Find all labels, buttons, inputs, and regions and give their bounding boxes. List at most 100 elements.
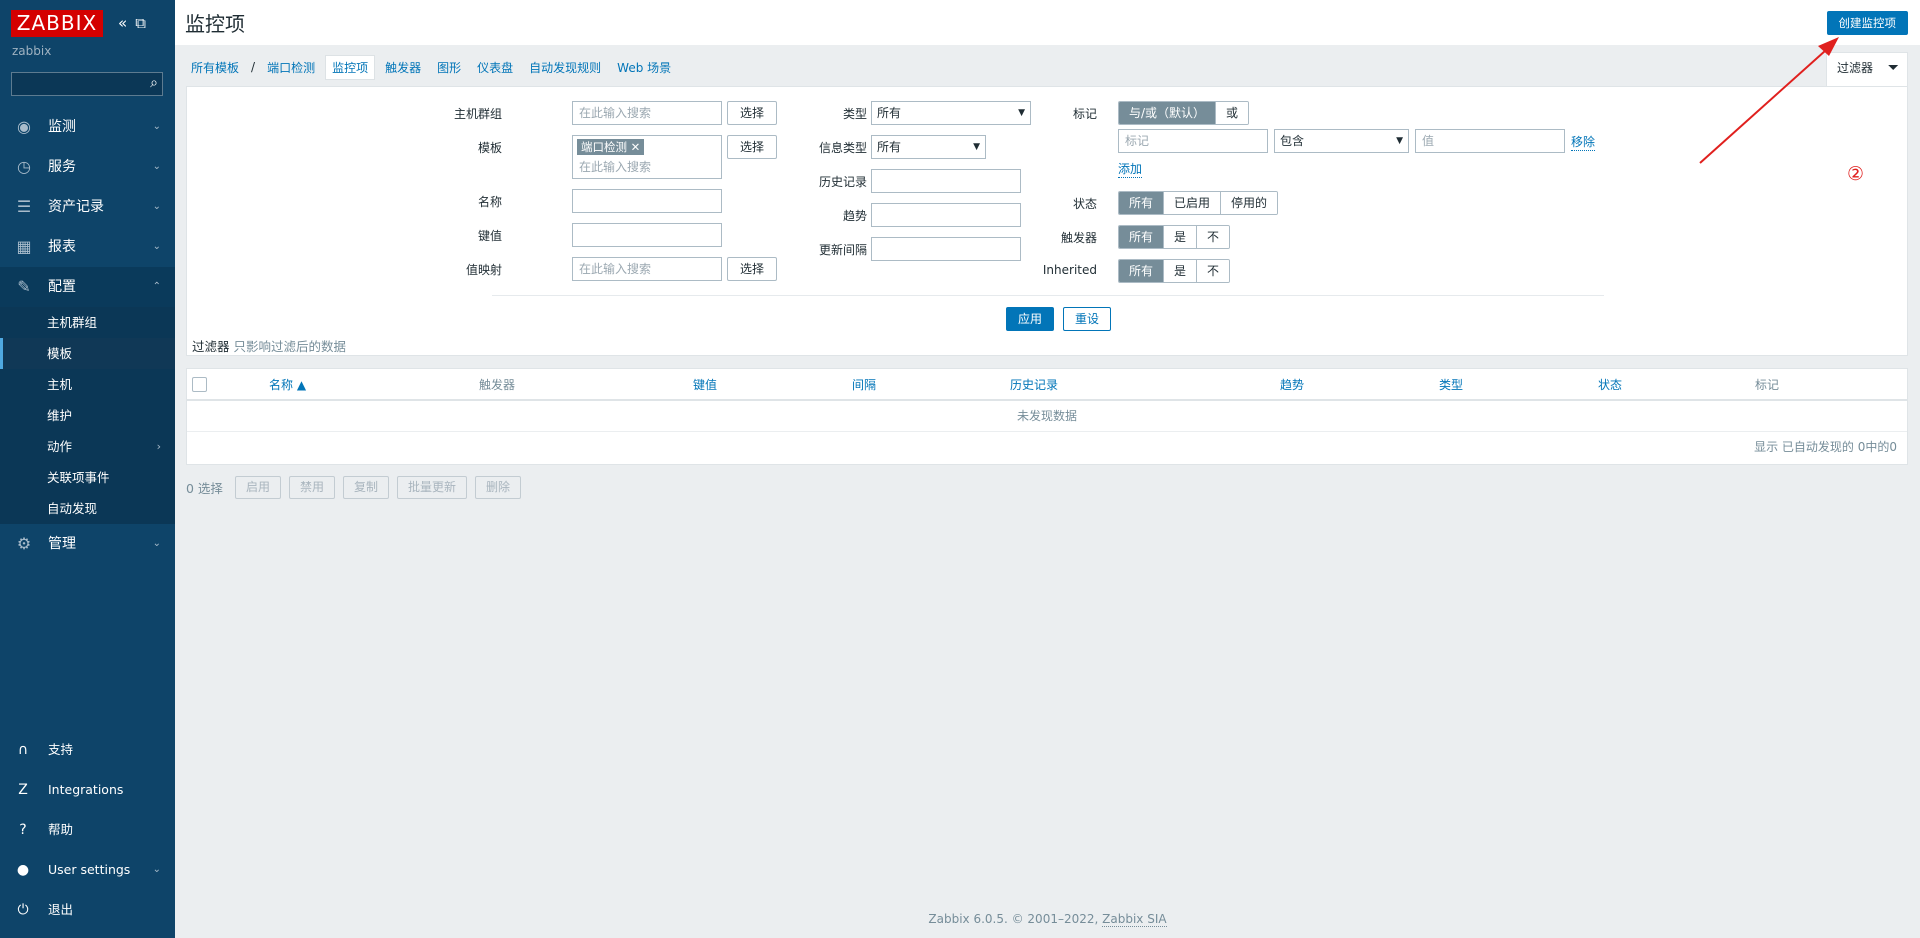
triggers-all-option[interactable]: 所有 <box>1119 226 1165 248</box>
inherited-yes-option[interactable]: 是 <box>1164 260 1198 282</box>
tag-name-input[interactable]: 标记 <box>1118 129 1268 153</box>
status-enabled-option[interactable]: 已启用 <box>1164 192 1222 214</box>
menu-logout[interactable]: ⏻ 退出 <box>0 890 175 930</box>
column-type[interactable]: 类型 <box>1439 369 1463 401</box>
column-interval[interactable]: 间隔 <box>852 369 876 401</box>
double-chevron-left-icon[interactable]: « <box>118 14 127 32</box>
search-icon[interactable]: ⌕ <box>150 75 158 91</box>
breadcrumb-template[interactable]: 端口检测 <box>261 56 321 79</box>
host-groups-select-button[interactable]: 选择 <box>727 101 777 125</box>
info-type-label: 信息类型 <box>818 141 867 155</box>
tab-triggers[interactable]: 触发器 <box>379 56 427 79</box>
trends-input[interactable] <box>871 203 1021 227</box>
delete-button[interactable]: 删除 <box>475 476 522 499</box>
submenu-maintenance[interactable]: 维护 <box>0 400 175 431</box>
enable-button[interactable]: 启用 <box>234 476 281 499</box>
apply-button[interactable]: 应用 <box>1006 307 1054 331</box>
tag-add-link[interactable]: 添加 <box>1118 160 1143 178</box>
menu-support[interactable]: ∩ 支持 <box>0 730 175 770</box>
annotation-marker: ② <box>1847 163 1865 185</box>
valuemap-select-button[interactable]: 选择 <box>727 257 777 281</box>
triggers-toggle[interactable]: 所有 是 不 <box>1118 225 1231 249</box>
disable-button[interactable]: 禁用 <box>288 476 335 499</box>
filter-tab[interactable]: 过滤器 ⏷ <box>1826 52 1908 87</box>
tab-discovery-rules[interactable]: 自动发现规则 <box>523 56 607 79</box>
inherited-label: Inherited <box>1042 263 1097 277</box>
server-name: zabbix <box>12 44 52 58</box>
menu-help[interactable]: ? 帮助 <box>0 810 175 850</box>
create-item-button[interactable]: 创建监控项 <box>1826 11 1908 35</box>
templates-select-button[interactable]: 选择 <box>727 135 777 159</box>
submenu-host-groups[interactable]: 主机群组 <box>0 307 175 338</box>
valuemap-input[interactable]: 在此输入搜索 <box>572 257 722 281</box>
chevron-down-icon: ⌄ <box>152 864 161 875</box>
status-all-option[interactable]: 所有 <box>1119 192 1165 214</box>
inherited-no-option[interactable]: 不 <box>1197 260 1230 282</box>
triggers-yes-option[interactable]: 是 <box>1164 226 1198 248</box>
submenu-actions[interactable]: 动作 › <box>0 431 175 462</box>
no-data-row: 未发现数据 <box>187 401 1907 432</box>
tag-value-input[interactable]: 值 <box>1415 129 1565 153</box>
submenu-discovery[interactable]: 自动发现 <box>0 493 175 524</box>
copy-button[interactable]: 复制 <box>342 476 389 499</box>
menu-integrations[interactable]: Z Integrations <box>0 770 175 810</box>
tab-web-scenarios[interactable]: Web 场景 <box>611 56 677 79</box>
column-history[interactable]: 历史记录 <box>1010 369 1058 401</box>
menu-monitoring[interactable]: ◉ 监测 ⌄ <box>0 107 175 147</box>
submenu-templates[interactable]: 模板 <box>0 338 175 369</box>
kiosk-icon[interactable]: ⧉ <box>135 14 146 32</box>
tags-or-option[interactable]: 或 <box>1216 102 1249 124</box>
column-status[interactable]: 状态 <box>1598 369 1622 401</box>
chevron-right-icon: › <box>156 440 161 453</box>
breadcrumb-all-templates[interactable]: 所有模板 <box>185 56 245 79</box>
chevron-down-icon: ⌄ <box>152 121 161 132</box>
host-groups-input[interactable]: 在此输入搜索 <box>572 101 722 125</box>
status-disabled-option[interactable]: 停用的 <box>1221 192 1278 214</box>
menu-user-settings[interactable]: ● User settings ⌄ <box>0 850 175 890</box>
info-type-select[interactable]: 所有 ▼ <box>871 135 986 159</box>
chevron-down-icon: ▼ <box>1396 136 1403 146</box>
tag-remove-link[interactable]: 移除 <box>1571 133 1596 151</box>
menu-reports[interactable]: ▦ 报表 ⌄ <box>0 227 175 267</box>
interval-label: 更新间隔 <box>818 243 867 257</box>
main-menu: ◉ 监测 ⌄ ◷ 服务 ⌄ ☰ 资产记录 ⌄ ▦ 报表 ⌄ ✎ 配置 ⌃ 主机群组 模板 主机 维护… <box>0 107 175 564</box>
name-input[interactable] <box>572 189 722 213</box>
submenu-event-correlation[interactable]: 关联项事件 <box>0 462 175 493</box>
status-toggle[interactable]: 所有 已启用 停用的 <box>1118 191 1279 215</box>
footer-link[interactable]: Zabbix SIA <box>1102 912 1167 927</box>
column-key[interactable]: 键值 <box>693 369 717 401</box>
column-tags: 标记 <box>1755 378 1780 392</box>
templates-placeholder: 在此输入搜索 <box>579 160 652 174</box>
select-all-checkbox[interactable] <box>192 377 207 392</box>
zabbix-logo[interactable]: ZABBIX <box>11 10 103 37</box>
key-input[interactable] <box>572 223 722 247</box>
mass-update-button[interactable]: 批量更新 <box>396 476 467 499</box>
bar-chart-icon: ▦ <box>16 237 32 256</box>
tab-dashboards[interactable]: 仪表盘 <box>471 56 519 79</box>
tab-graphs[interactable]: 图形 <box>431 56 467 79</box>
type-select[interactable]: 所有 ▼ <box>871 101 1031 125</box>
sidebar-search-input[interactable]: ⌕ <box>11 72 163 96</box>
reset-button[interactable]: 重设 <box>1063 307 1111 331</box>
inherited-all-option[interactable]: 所有 <box>1119 260 1165 282</box>
history-input[interactable] <box>871 169 1021 193</box>
templates-input[interactable]: 端口检测 ✕ 在此输入搜索 <box>572 135 722 179</box>
column-trends[interactable]: 趋势 <box>1280 369 1304 401</box>
triggers-no-option[interactable]: 不 <box>1197 226 1230 248</box>
column-name[interactable]: 名称 ▲ <box>269 369 306 401</box>
tags-andor-option[interactable]: 与/或（默认） <box>1119 102 1217 124</box>
menu-configuration[interactable]: ✎ 配置 ⌃ <box>0 267 175 307</box>
menu-services[interactable]: ◷ 服务 ⌄ <box>0 147 175 187</box>
sidebar: ZABBIX « ⧉ zabbix ⌕ ◉ 监测 ⌄ ◷ 服务 ⌄ ☰ 资产记录 ⌄ ▦ 报表 ⌄… <box>0 0 175 938</box>
submenu-hosts[interactable]: 主机 <box>0 369 175 400</box>
tag-operator-select[interactable]: 包含 ▼ <box>1274 129 1409 153</box>
interval-input[interactable] <box>871 237 1021 261</box>
close-icon[interactable]: ✕ <box>631 140 641 154</box>
selected-count: 0 选择 <box>186 481 223 496</box>
inherited-toggle[interactable]: 所有 是 不 <box>1118 259 1231 283</box>
menu-inventory[interactable]: ☰ 资产记录 ⌄ <box>0 187 175 227</box>
tags-evaltype-toggle[interactable]: 与/或（默认） 或 <box>1118 101 1250 125</box>
menu-administration[interactable]: ⚙ 管理 ⌄ <box>0 524 175 564</box>
tab-items[interactable]: 监控项 <box>325 54 376 80</box>
status-label: 状态 <box>1072 197 1097 211</box>
